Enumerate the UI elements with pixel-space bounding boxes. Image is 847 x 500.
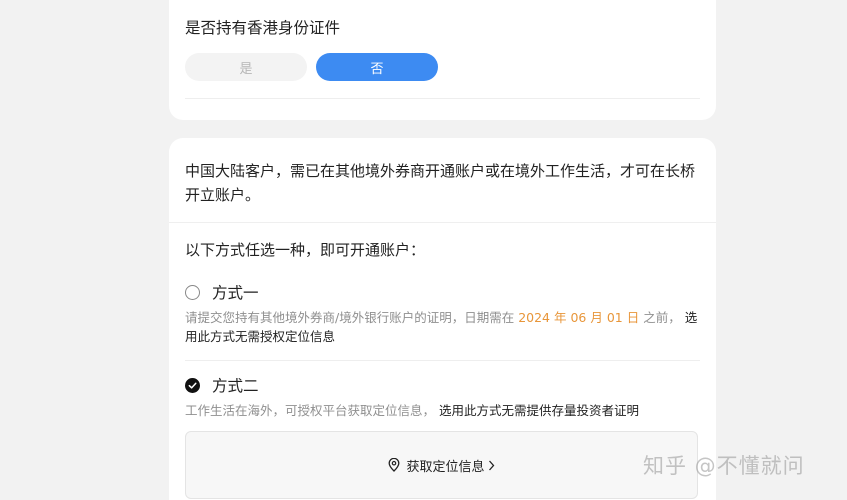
divider [185, 360, 700, 361]
get-location-label: 获取定位信息 [406, 459, 485, 475]
zhihu-watermark: 知乎 @不懂就问 [643, 454, 805, 478]
mainland-client-notice: 中国大陆客户，需已在其他境外券商开通账户或在境外工作生活，才可在长桥开立账户。 [185, 162, 696, 204]
option-1-desc-text: 请提交您持有其他境外券商/境外银行账户的证明，日期需在 [185, 310, 515, 325]
hk-id-card: 是否持有香港身份证件 是 否 [169, 0, 716, 120]
option-2-radio[interactable]: 方式二 [185, 374, 259, 396]
yes-button[interactable]: 是 [185, 53, 307, 81]
location-pin-icon [388, 458, 400, 472]
check-icon[interactable] [185, 377, 200, 393]
option-1-deadline-date: 2024 年 06 月 01 日 [518, 310, 640, 325]
divider [185, 98, 700, 99]
account-method-card: 中国大陆客户，需已在其他境外券商开通账户或在境外工作生活，才可在长桥开立账户。 … [169, 138, 716, 500]
option-2-description: 工作生活在海外，可授权平台获取定位信息， 选用此方式无需提供存量投资者证明 [185, 401, 700, 420]
option-1-desc-middle: 之前， [643, 310, 681, 325]
radio-unchecked-icon[interactable] [185, 284, 200, 300]
chevron-right-icon [488, 460, 495, 471]
get-location-button[interactable]: 获取定位信息 [185, 431, 698, 499]
hk-id-question-title: 是否持有香港身份证件 [185, 19, 341, 37]
option-2-desc-text: 工作生活在海外，可授权平台获取定位信息， [185, 403, 436, 418]
option-2-desc-emphasis: 选用此方式无需提供存量投资者证明 [439, 403, 640, 418]
divider [169, 222, 716, 223]
no-button[interactable]: 否 [316, 53, 438, 81]
option-2-title: 方式二 [212, 377, 259, 395]
option-1-title: 方式一 [212, 284, 259, 302]
option-1-description: 请提交您持有其他境外券商/境外银行账户的证明，日期需在 2024 年 06 月 … [185, 308, 700, 346]
choose-method-prompt: 以下方式任选一种，即可开通账户： [185, 241, 426, 259]
option-1-radio[interactable]: 方式一 [185, 281, 259, 303]
